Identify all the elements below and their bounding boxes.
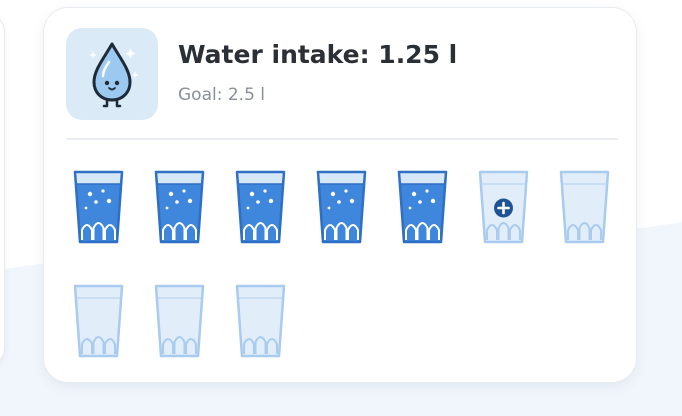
card-header: Water intake: 1.25 l Goal: 2.5 l <box>66 28 614 120</box>
goal-label: Goal: 2.5 l <box>178 85 266 105</box>
glasses-grid <box>72 168 628 360</box>
glass-empty <box>153 282 206 360</box>
glass-filled <box>315 168 368 246</box>
glass-empty <box>558 168 611 246</box>
previous-card-edge[interactable] <box>0 14 4 366</box>
water-drop-mascot-icon <box>66 28 158 120</box>
glass-filled <box>153 168 206 246</box>
glass-empty <box>72 282 125 360</box>
plus-circle-icon[interactable] <box>494 198 513 218</box>
water-intake-card: Water intake: 1.25 l Goal: 2.5 l <box>44 8 636 382</box>
water-intake-title: Water intake: 1.25 l <box>178 40 458 69</box>
glass-filled <box>396 168 449 246</box>
add-glass-button[interactable] <box>477 168 530 246</box>
glass-filled <box>72 168 125 246</box>
glass-filled <box>234 168 287 246</box>
glass-empty <box>234 282 287 360</box>
divider <box>66 138 618 140</box>
